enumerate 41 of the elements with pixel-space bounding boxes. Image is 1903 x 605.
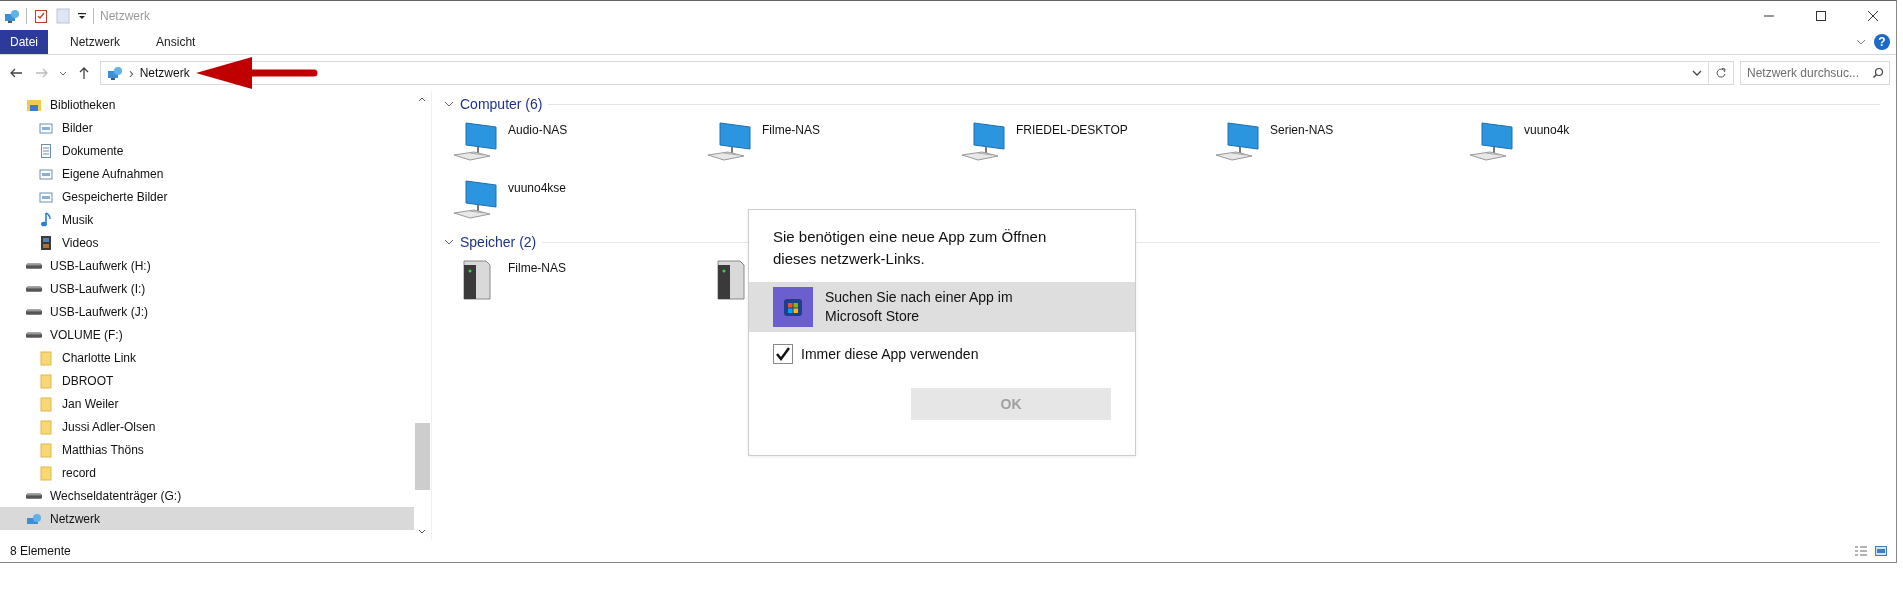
app-option[interactable]: Suchen Sie nach einer App im Microsoft Store (749, 282, 1135, 332)
status-text: 8 Elemente (10, 544, 71, 558)
tree-item[interactable]: Bibliotheken (0, 93, 414, 116)
tree-item[interactable]: Eigene Aufnahmen (0, 162, 414, 185)
tree-item[interactable]: Matthias Thöns (0, 438, 414, 461)
ribbon-tab[interactable]: Ansicht (142, 30, 210, 54)
tree-item[interactable]: VOLUME (F:) (0, 323, 414, 346)
tree-item[interactable]: Gespeicherte Bilder (0, 185, 414, 208)
item-name[interactable]: vuuno4kse (508, 175, 567, 195)
tree-item[interactable]: Musik (0, 208, 414, 231)
tree-item[interactable]: Jussi Adler-Olsen (0, 415, 414, 438)
item-name[interactable]: Filme-NAS (762, 117, 820, 137)
tree-item[interactable]: DBROOT (0, 369, 414, 392)
dialog-message: Sie benötigen eine neue App zum Öffnen dieses netzwerk-Links. (773, 227, 1048, 269)
item-name[interactable]: Serien-NAS (1270, 117, 1334, 137)
tree-item[interactable]: Netzwerk (0, 507, 414, 530)
tree-item[interactable]: Wechseldatenträger (G:) (0, 484, 414, 507)
tree-item[interactable]: USB-Laufwerk (J:) (0, 300, 414, 323)
help-button[interactable]: ? (1874, 34, 1890, 50)
search-field[interactable]: Netzwerk durchsuc... (1740, 61, 1890, 85)
tree-item[interactable]: Jan Weiler (0, 392, 414, 415)
item-name[interactable]: Audio-NAS (508, 117, 568, 137)
group-header[interactable]: Speicher (2) (460, 234, 537, 250)
item-name[interactable]: vuuno4k (1524, 117, 1570, 137)
tree-item[interactable]: USB-Laufwerk (H:) (0, 254, 414, 277)
checkbox-label[interactable]: Immer diese App verwenden (801, 346, 979, 362)
tree-item[interactable]: Dokumente (0, 139, 414, 162)
ribbon-tab[interactable]: Datei (0, 30, 48, 54)
window-title: Netzwerk (100, 8, 150, 23)
group-header[interactable]: Computer (6) (460, 96, 543, 112)
breadcrumb-separator[interactable]: › (129, 65, 134, 81)
tree-item[interactable]: Charlotte Link (0, 346, 414, 369)
address-bar[interactable]: › Netzwerk (100, 61, 1734, 85)
tree-item[interactable]: Bilder (0, 116, 414, 139)
ribbon-tab[interactable]: Netzwerk (56, 30, 135, 54)
tree-item[interactable]: record (0, 461, 414, 484)
breadcrumb-item[interactable]: Netzwerk (139, 66, 190, 80)
tree-item[interactable]: Videos (0, 231, 414, 254)
item-name[interactable]: FRIEDEL-DESKTOP (1016, 117, 1128, 137)
item-name[interactable]: Filme-NAS (508, 255, 566, 275)
tree-item[interactable]: USB-Laufwerk (I:) (0, 277, 414, 300)
